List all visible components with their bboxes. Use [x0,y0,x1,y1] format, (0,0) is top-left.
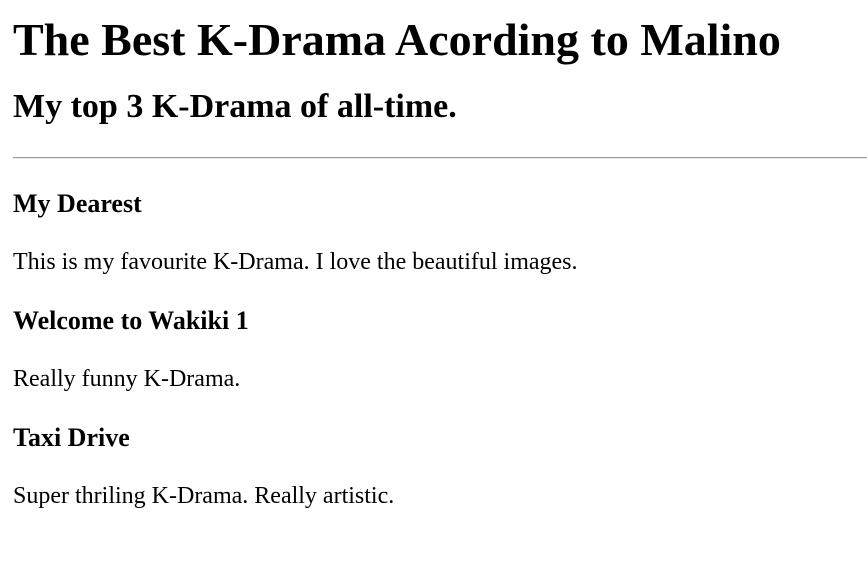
page-title: The Best K-Drama Acording to Malino [13,14,781,65]
drama-entry: Welcome to Wakiki 1 Really funny K-Drama… [13,305,867,394]
drama-title: Welcome to Wakiki 1 [13,306,249,335]
page-content: The Best K-Drama Acording to Malino My t… [0,12,867,511]
drama-description: This is my favourite K-Drama. I love the… [13,249,578,275]
drama-title: My Dearest [13,189,142,218]
drama-description: Super thriling K-Drama. Really artistic. [13,483,395,509]
drama-entry: Taxi Drive Super thriling K-Drama. Reall… [13,422,867,511]
drama-description: Really funny K-Drama. [13,366,241,392]
divider [13,157,867,159]
page-subtitle: My top 3 K-Drama of all-time. [13,88,457,125]
drama-entry: My Dearest This is my favourite K-Drama.… [13,188,867,277]
drama-title: Taxi Drive [13,423,130,452]
